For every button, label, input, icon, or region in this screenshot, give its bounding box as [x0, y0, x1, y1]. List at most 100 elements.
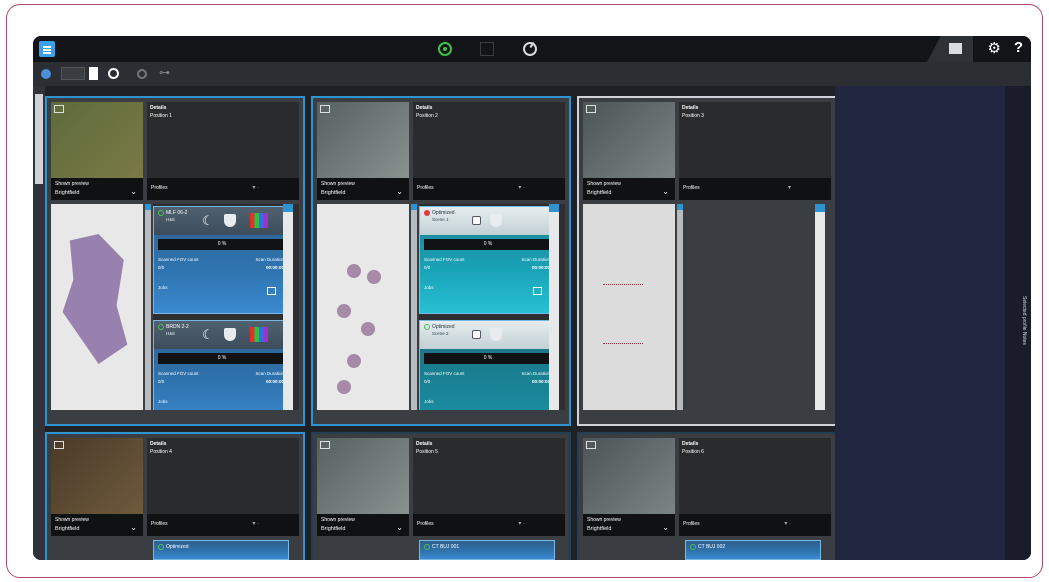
page-icon[interactable]	[89, 67, 98, 80]
profiles-bar[interactable]: Profiles ▾ ·	[147, 178, 299, 200]
card-header: Optimized Scene 1	[420, 207, 554, 235]
slide-label-image	[51, 438, 143, 514]
profiles-bar[interactable]: Profiles ▾ ·	[413, 178, 565, 200]
profiles-menu-icon[interactable]: ▾ ·	[518, 520, 525, 527]
slide-slot-3[interactable]: Details Position 3 Shown preview Brightf…	[577, 96, 837, 426]
profiles-menu-icon[interactable]: ▾ ·	[518, 184, 525, 191]
chevron-down-icon[interactable]: ⌄	[662, 523, 669, 532]
thumbnail-scrollbar[interactable]	[411, 204, 417, 410]
eject-icon[interactable]	[267, 287, 276, 295]
scan-job-card[interactable]: CT BUJ 002	[685, 540, 821, 560]
toolbar: ⊶	[33, 62, 1031, 86]
shield-icon	[224, 214, 236, 227]
thumbnail-scrollbar[interactable]	[677, 204, 683, 410]
slide-slot-6[interactable]: Details Position 6 Shown preview Brightf…	[577, 432, 837, 560]
left-scroll-strip[interactable]	[33, 86, 45, 560]
status-led	[158, 210, 164, 216]
gear-icon[interactable]: ⚙	[988, 39, 1001, 57]
selected-profile-panel: Selected profile Notes	[835, 86, 1031, 560]
profiles-bar[interactable]: Profiles ▾ ·	[147, 514, 299, 536]
slide-thumbnail[interactable]	[583, 204, 675, 410]
chevron-down-icon[interactable]: ⌄	[130, 187, 137, 196]
camera-icon[interactable]	[320, 441, 330, 449]
profiles-label: Profiles	[683, 185, 700, 191]
chevron-down-icon[interactable]: ⌄	[130, 523, 137, 532]
chevron-down-icon[interactable]: ⌄	[396, 187, 403, 196]
camera-icon[interactable]	[586, 441, 596, 449]
scan-job-card[interactable]: Optimized Scene 1 0 % Scanned FOV count …	[419, 206, 555, 314]
duration-label: Scan Duration	[521, 371, 550, 376]
shield-icon	[224, 328, 236, 341]
help-icon[interactable]: ?	[1014, 39, 1023, 56]
profiles-label: Profiles	[417, 521, 434, 527]
profiles-bar[interactable]: Profiles ▾	[679, 178, 831, 200]
camera-icon[interactable]	[586, 105, 596, 113]
camera-icon	[472, 216, 481, 225]
scan-job-card[interactable]: Optimized	[153, 540, 289, 560]
color-channels-icon	[250, 213, 268, 228]
chevron-down-icon[interactable]: ⌄	[396, 523, 403, 532]
job-name: CT BUJ 001	[432, 544, 460, 550]
profiles-label: Profiles	[683, 521, 700, 527]
hierarchy-icon[interactable]: ⊶	[159, 66, 171, 79]
jobs-label: Jobs	[424, 285, 434, 290]
profiles-menu-icon[interactable]: ▾ ·	[784, 520, 791, 527]
progress-text: 0 %	[483, 241, 493, 247]
duration-value: 00:00:00	[265, 265, 284, 270]
profiles-menu-icon[interactable]: ▾ ·	[252, 520, 259, 527]
fov-count: 0/0	[158, 379, 165, 384]
position-label: Position 6	[682, 449, 704, 455]
preview-selector[interactable]: Shown preview Brightfield ⌄	[51, 514, 143, 536]
status-led	[424, 324, 430, 330]
preview-selector[interactable]: Shown preview Brightfield ⌄	[583, 178, 675, 200]
scan-job-card[interactable]: CT BUJ 001	[419, 540, 555, 560]
job-list-scrollbar[interactable]	[815, 204, 825, 410]
preview-label: Shown preview	[321, 181, 355, 187]
profiles-bar[interactable]: Profiles ▾ ·	[413, 514, 565, 536]
jobs-label: Jobs	[158, 285, 168, 290]
side-collapse-strip[interactable]: Selected profile Notes	[1005, 86, 1031, 560]
slide-thumbnail[interactable]	[317, 204, 409, 410]
job-list-scrollbar[interactable]	[549, 204, 559, 410]
slide-thumbnail[interactable]	[51, 204, 143, 410]
preview-selector[interactable]: Shown preview Brightfield ⌄	[317, 514, 409, 536]
select-all-icon[interactable]	[41, 69, 51, 79]
camera-icon[interactable]	[320, 105, 330, 113]
scan-job-card[interactable]: Optimized Scene 2 0 % Scanned FOV count …	[419, 320, 555, 410]
preview-selector[interactable]: Shown preview Brightfield ⌄	[317, 178, 409, 200]
status-led	[690, 544, 696, 550]
profiles-bar[interactable]: Profiles ▾ ·	[679, 514, 831, 536]
preview-selector[interactable]: Shown preview Brightfield ⌄	[583, 514, 675, 536]
position-label: Position 4	[150, 449, 172, 455]
preview-selector[interactable]: Shown preview Brightfield ⌄	[51, 178, 143, 200]
job-list-scrollbar[interactable]	[283, 204, 293, 410]
slide-slot-4[interactable]: Details Position 4 Shown preview Brightf…	[45, 432, 305, 560]
chevron-down-icon[interactable]: ⌄	[662, 187, 669, 196]
slide-slot-5[interactable]: Details Position 5 Shown preview Brightf…	[311, 432, 571, 560]
fov-label: Scanned FOV count	[158, 371, 199, 376]
preview-label: Shown preview	[55, 517, 89, 523]
progress-bar: 0 %	[424, 353, 552, 364]
thumbnail-scrollbar[interactable]	[145, 204, 151, 410]
eject-icon[interactable]	[533, 287, 542, 295]
profiles-menu-icon[interactable]: ▾ ·	[252, 184, 259, 191]
app-menu-icon[interactable]	[39, 41, 55, 57]
duration-label: Scan Duration	[521, 257, 550, 262]
refresh-icon[interactable]	[108, 68, 119, 79]
workspace-tab[interactable]	[927, 36, 973, 62]
slide-slot-1[interactable]: Details Position 1 Shown preview Brightf…	[45, 96, 305, 426]
settings-small-icon[interactable]	[137, 69, 147, 79]
details-panel: Details Position 6	[679, 438, 831, 514]
scan-job-card[interactable]: BRDN 2-2 H&E ☾ 0 % Scanned FOV count Sca…	[153, 320, 289, 410]
scan-job-card[interactable]: MLF 06-2 H&E ☾ 0 % Scanned FOV count Sca…	[153, 206, 289, 314]
slide-label-image	[51, 102, 143, 178]
slide-label-image	[317, 438, 409, 514]
slide-slot-2[interactable]: Details Position 2 Shown preview Brightf…	[311, 96, 571, 426]
camera-icon[interactable]	[54, 105, 64, 113]
profiles-menu-icon[interactable]: ▾	[788, 184, 791, 191]
camera-icon[interactable]	[54, 441, 64, 449]
live-view-icon[interactable]	[438, 42, 452, 56]
grid-view-icon[interactable]	[480, 42, 494, 56]
count-field[interactable]	[61, 67, 85, 80]
scan-dial-icon[interactable]	[523, 42, 537, 56]
